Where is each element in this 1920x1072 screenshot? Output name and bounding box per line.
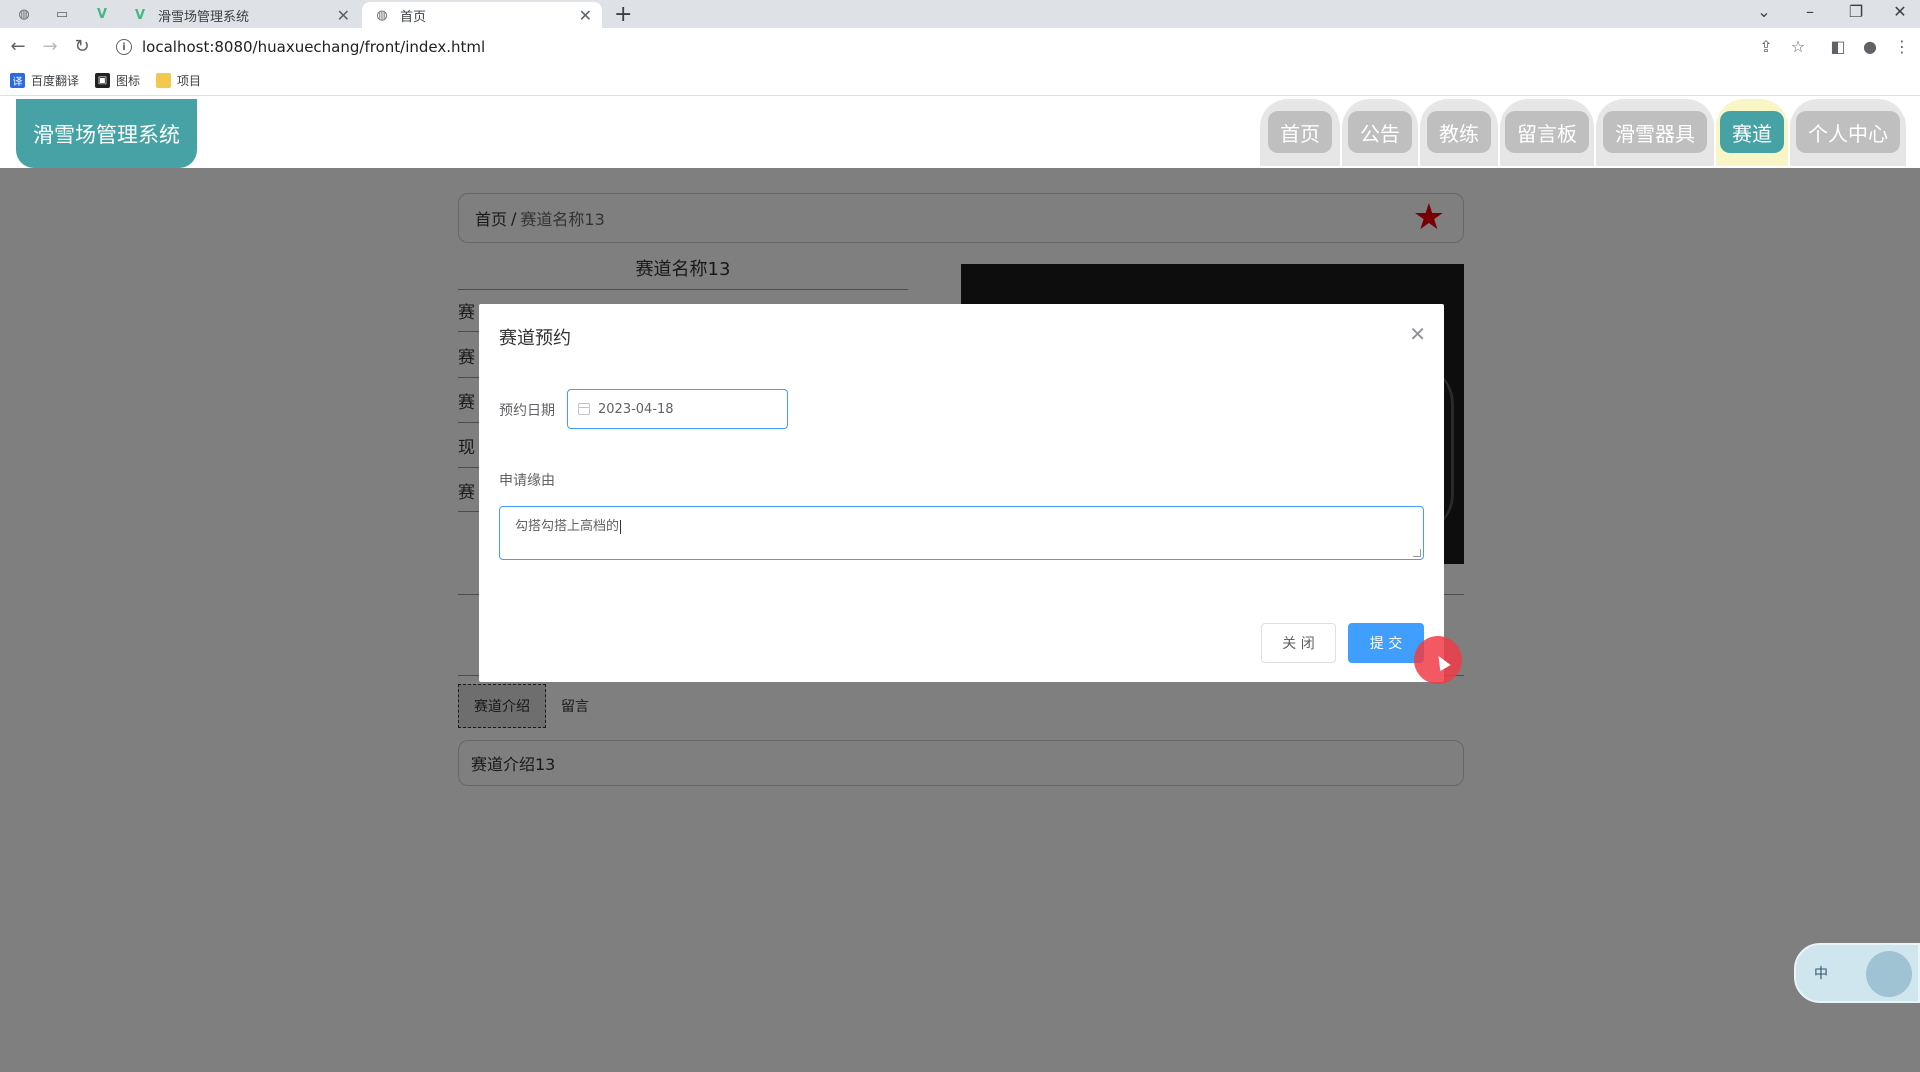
submit-button[interactable]: 提 交 — [1348, 623, 1424, 663]
reload-icon[interactable]: ↻ — [70, 36, 94, 57]
booking-dialog: 赛道预约 ✕ 预约日期 2023-04-18 申请缘由 勾搭勾搭上高档的 关 闭… — [479, 304, 1444, 682]
new-tab-icon[interactable]: + — [614, 2, 632, 27]
profile-icon[interactable]: ● — [1858, 37, 1882, 56]
vue-icon: V — [134, 7, 146, 23]
vue-tab-icon[interactable]: V — [82, 3, 122, 25]
browser-toolbar: ← → ↻ i localhost:8080/huaxuechang/front… — [0, 28, 1920, 66]
nav-label: 赛道 — [1720, 111, 1784, 153]
globe-icon[interactable]: ◍ — [4, 3, 44, 25]
reason-value: 勾搭勾搭上高档的 — [515, 519, 620, 534]
dialog-title: 赛道预约 — [499, 328, 571, 349]
menu-icon[interactable]: ⋮ — [1890, 37, 1914, 56]
nav-home[interactable]: 首页 — [1260, 99, 1340, 166]
forward-icon[interactable]: → — [38, 36, 62, 57]
nav-coach[interactable]: 教练 — [1420, 99, 1498, 166]
share-icon[interactable]: ⇪ — [1754, 37, 1778, 56]
sidepanel-icon[interactable]: ◧ — [1826, 37, 1850, 56]
blank-tab-icon[interactable]: ▭ — [42, 3, 82, 25]
info-icon[interactable]: i — [116, 39, 132, 55]
site-header: 滑雪场管理系统 首页 公告 教练 留言板 滑雪器具 赛道 个人中心 — [0, 97, 1920, 169]
nav-label: 公告 — [1348, 111, 1412, 153]
nav-personal-center[interactable]: 个人中心 — [1790, 99, 1906, 166]
tab-title: 滑雪场管理系统 — [158, 9, 250, 25]
folder-icon — [156, 73, 172, 88]
bookmark-folder-project[interactable]: 项目 — [156, 72, 201, 89]
url-text: localhost:8080/huaxuechang/front/index.h… — [142, 38, 486, 56]
reason-textarea[interactable]: 勾搭勾搭上高档的 — [499, 506, 1424, 560]
resize-handle-icon[interactable] — [1413, 549, 1421, 557]
nav-message-board[interactable]: 留言板 — [1500, 99, 1594, 166]
date-picker-input[interactable]: 2023-04-18 — [567, 389, 788, 429]
close-icon[interactable]: ✕ — [1409, 322, 1426, 346]
calendar-icon — [578, 403, 590, 415]
close-tab-icon[interactable]: ✕ — [337, 6, 350, 25]
site-logo[interactable]: 滑雪场管理系统 — [16, 99, 197, 168]
bookmark-star-icon[interactable]: ☆ — [1786, 37, 1810, 56]
date-value: 2023-04-18 — [598, 401, 674, 417]
nav-label: 滑雪器具 — [1603, 111, 1707, 153]
nav-label: 首页 — [1268, 111, 1332, 153]
nav-ski-equipment[interactable]: 滑雪器具 — [1596, 99, 1714, 166]
icon-font-icon: ▣ — [95, 73, 111, 88]
nav-label: 教练 — [1427, 111, 1491, 153]
restore-icon[interactable]: ❐ — [1836, 2, 1876, 21]
address-bar[interactable]: i localhost:8080/huaxuechang/front/index… — [106, 32, 1776, 62]
nav-label: 个人中心 — [1796, 111, 1900, 153]
nav-notice[interactable]: 公告 — [1342, 99, 1418, 166]
back-icon[interactable]: ← — [6, 36, 30, 57]
bookmarks-bar: 译 百度翻译 ▣ 图标 项目 — [0, 66, 1920, 96]
ime-label: 中 — [1814, 966, 1828, 982]
bookmark-baidu-translate[interactable]: 译 百度翻译 — [10, 72, 79, 89]
text-caret — [620, 519, 622, 534]
minimize-icon[interactable]: – — [1790, 2, 1830, 21]
close-window-icon[interactable]: ✕ — [1880, 2, 1920, 21]
translate-icon: 译 — [10, 73, 25, 88]
bookmark-label: 图标 — [116, 74, 141, 88]
browser-tab-bar: ◍ ▭ V V 滑雪场管理系统 ✕ ◍ 首页 ✕ + ⌄ – ❐ ✕ — [0, 0, 1920, 28]
browser-tab-admin[interactable]: V 滑雪场管理系统 ✕ — [120, 2, 360, 28]
bookmark-label: 项目 — [177, 74, 202, 88]
nav-track[interactable]: 赛道 — [1716, 99, 1788, 166]
reason-label: 申请缘由 — [499, 473, 555, 489]
tab-search-icon[interactable]: ⌄ — [1744, 2, 1784, 21]
browser-tab-home[interactable]: ◍ 首页 ✕ — [362, 2, 602, 28]
nav-label: 留言板 — [1505, 111, 1589, 153]
close-tab-icon[interactable]: ✕ — [579, 6, 592, 25]
bookmark-label: 百度翻译 — [31, 74, 80, 88]
close-button[interactable]: 关 闭 — [1261, 623, 1336, 663]
bookmark-icons[interactable]: ▣ 图标 — [95, 72, 140, 89]
ime-globe-icon — [1866, 951, 1912, 997]
globe-icon: ◍ — [376, 7, 388, 23]
tab-title: 首页 — [400, 9, 427, 25]
date-label: 预约日期 — [499, 403, 555, 419]
ime-widget[interactable]: 中 — [1794, 943, 1920, 1003]
